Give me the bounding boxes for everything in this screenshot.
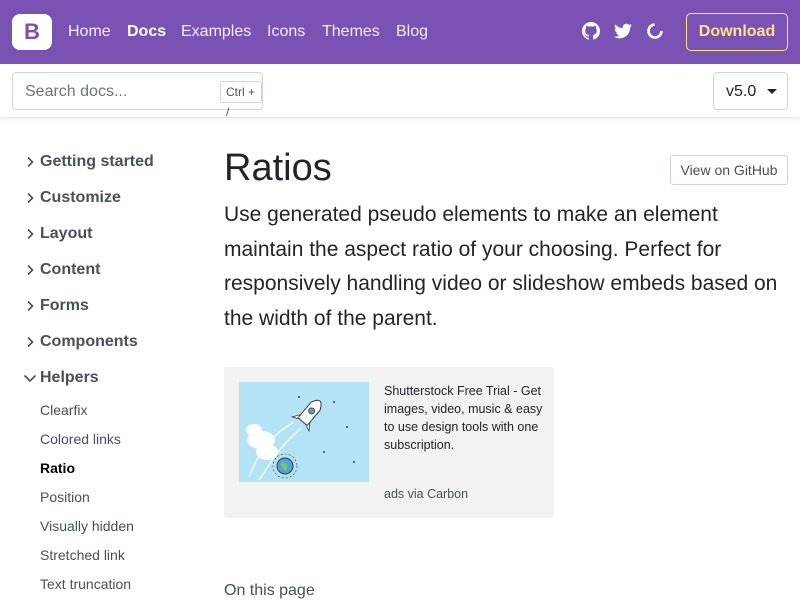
sidebar-section-label: Helpers bbox=[40, 369, 99, 386]
search-shortcut-hint: Ctrl + / bbox=[220, 81, 262, 119]
sidebar-section-label: Content bbox=[40, 261, 101, 278]
sidebar-item-clearfix[interactable]: Clearfix bbox=[40, 401, 87, 419]
sidebar-item-colored-links[interactable]: Colored links bbox=[40, 430, 121, 448]
search-placeholder: Search docs... bbox=[25, 83, 128, 100]
chevron-right-icon bbox=[20, 296, 40, 316]
sidebar-item-position[interactable]: Position bbox=[40, 488, 90, 506]
bootstrap-logo[interactable]: B bbox=[12, 14, 52, 50]
sidebar-section-label: Components bbox=[40, 333, 138, 350]
docs-subnav: Search docs... Ctrl + / v5.0 bbox=[0, 64, 800, 119]
ad-text[interactable]: Shutterstock Free Trial - Get images, vi… bbox=[384, 382, 544, 454]
nav-link-blog[interactable]: Blog bbox=[396, 22, 428, 42]
sidebar-item-stretched-link[interactable]: Stretched link bbox=[40, 546, 125, 564]
github-icon[interactable] bbox=[582, 22, 601, 40]
sidebar-section-getting-started[interactable]: Getting started bbox=[20, 150, 154, 174]
chevron-right-icon bbox=[20, 152, 40, 172]
ad-attribution-link[interactable]: ads via Carbon bbox=[384, 487, 468, 501]
twitter-icon[interactable] bbox=[614, 22, 632, 40]
sidebar-section-label: Customize bbox=[40, 189, 121, 206]
nav-link-themes[interactable]: Themes bbox=[322, 22, 380, 42]
chevron-right-icon bbox=[20, 188, 40, 208]
nav-link-home[interactable]: Home bbox=[68, 22, 111, 42]
opencollective-icon[interactable] bbox=[646, 22, 664, 40]
page-title: Ratios bbox=[224, 147, 332, 189]
sidebar-section-customize[interactable]: Customize bbox=[20, 186, 121, 210]
chevron-right-icon bbox=[20, 260, 40, 280]
nav-link-docs[interactable]: Docs bbox=[127, 22, 166, 42]
carbon-ad: Shutterstock Free Trial - Get images, vi… bbox=[224, 367, 554, 518]
version-dropdown[interactable]: v5.0 bbox=[713, 72, 788, 110]
download-button[interactable]: Download bbox=[686, 13, 788, 51]
version-label: v5.0 bbox=[726, 83, 757, 100]
nav-link-examples[interactable]: Examples bbox=[181, 22, 251, 42]
sidebar-section-layout[interactable]: Layout bbox=[20, 222, 92, 246]
chevron-right-icon bbox=[20, 332, 40, 352]
sidebar-item-text-truncation[interactable]: Text truncation bbox=[40, 575, 131, 593]
caret-down-icon bbox=[767, 89, 777, 94]
sidebar-section-content[interactable]: Content bbox=[20, 258, 100, 282]
sidebar-section-label: Layout bbox=[40, 225, 93, 242]
top-navbar: B Home Docs Examples Icons Themes Blog D… bbox=[0, 0, 800, 64]
ad-image[interactable] bbox=[239, 382, 369, 482]
chevron-right-icon bbox=[20, 224, 40, 244]
sidebar-section-label: Forms bbox=[40, 297, 89, 314]
nav-link-icons[interactable]: Icons bbox=[267, 22, 305, 42]
chevron-down-icon bbox=[20, 368, 40, 388]
sidebar-section-components[interactable]: Components bbox=[20, 330, 138, 354]
page-lead: Use generated pseudo elements to make an… bbox=[224, 203, 778, 330]
on-this-page-heading: On this page bbox=[224, 582, 315, 599]
sidebar-section-label: Getting started bbox=[40, 153, 154, 170]
sidebar-section-forms[interactable]: Forms bbox=[20, 294, 89, 318]
rocket-illustration bbox=[239, 382, 369, 482]
sidebar-section-helpers[interactable]: Helpers bbox=[20, 366, 99, 390]
sidebar-item-visually-hidden[interactable]: Visually hidden bbox=[40, 517, 134, 535]
sidebar-item-ratio[interactable]: Ratio bbox=[40, 459, 75, 477]
view-on-github-button[interactable]: View on GitHub bbox=[670, 155, 788, 185]
search-input[interactable]: Search docs... Ctrl + / bbox=[12, 72, 263, 119]
